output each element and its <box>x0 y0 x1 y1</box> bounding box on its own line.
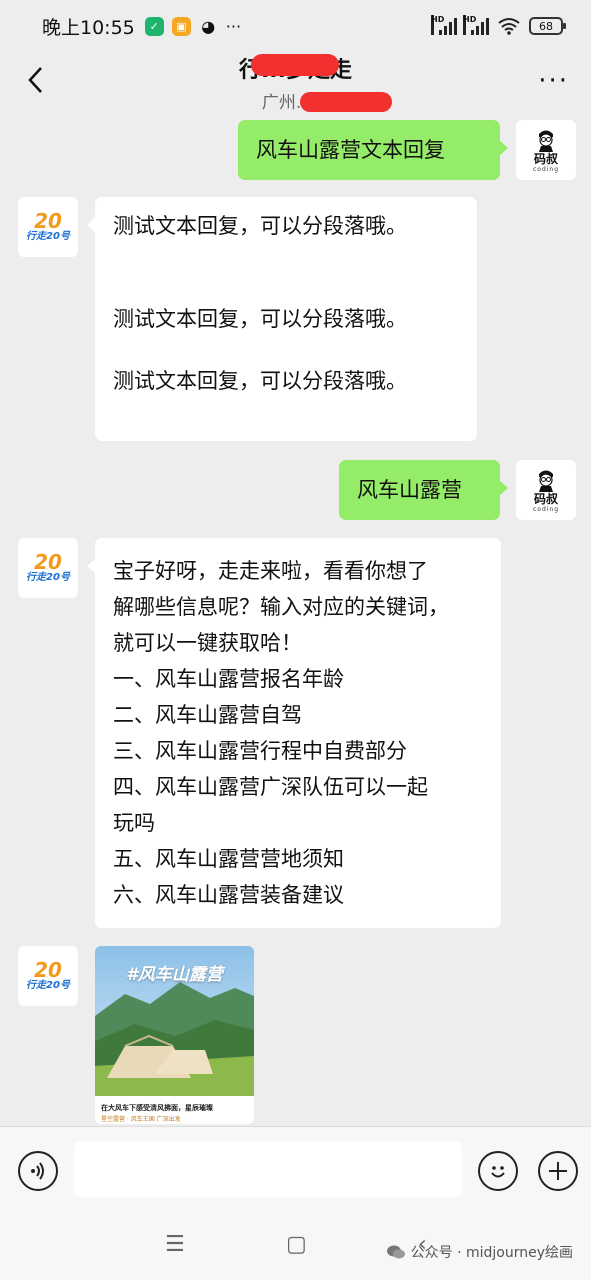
message-bubble-sent[interactable]: 风车山露营 <box>339 460 508 520</box>
message-text: 一、风车山露营报名年龄 <box>113 667 344 691</box>
message-text: 测试文本回复，可以分段落哦。 <box>113 214 407 238</box>
coder-face-icon <box>539 130 553 152</box>
message-text: 风车山露营文本回复 <box>256 138 445 162</box>
message-text: 二、风车山露营自驾 <box>113 703 302 727</box>
shield-app-icon: ✓ <box>144 16 164 36</box>
contact-avatar[interactable]: 20 行走20号 <box>18 946 78 1006</box>
home-nav-button[interactable]: ▢ <box>286 1232 307 1257</box>
message-input[interactable] <box>74 1141 462 1197</box>
watermark: 公众号 · midjourney绘画 <box>386 1242 573 1262</box>
signal-icon-2: HD <box>463 15 489 35</box>
message-text <box>113 242 459 273</box>
more-options-button[interactable]: ··· <box>538 66 569 96</box>
message-text: 六、风车山露营装备建议 <box>113 883 344 907</box>
message-bubble-sent[interactable]: 风车山露营文本回复 <box>238 120 508 180</box>
image-tag: 星空露营 · 风车王国 广深出发 <box>101 1116 181 1123</box>
battery-icon: 68 <box>529 17 566 35</box>
message-text: 五、风车山露营营地须知 <box>113 847 344 871</box>
my-avatar[interactable]: 码叔 coding <box>516 120 576 180</box>
wechat-icon <box>386 1245 405 1259</box>
coder-face-icon <box>539 470 553 492</box>
message-text: 四、风车山露营广深队伍可以一起 <box>113 775 428 799</box>
message-text: 宝子好呀，走走来啦，看看你想了 <box>113 559 428 583</box>
input-bar <box>0 1126 591 1214</box>
menu-nav-button[interactable]: ☰ <box>165 1232 185 1257</box>
emoji-button[interactable] <box>478 1151 518 1191</box>
message-text <box>113 273 459 304</box>
redaction-mark <box>250 54 339 76</box>
chat-title: 行...多走走 <box>239 52 352 84</box>
message-text: 测试文本回复，可以分段落哦。 <box>113 369 407 393</box>
voice-input-button[interactable] <box>18 1151 58 1191</box>
more-notifications-icon: ··· <box>225 16 242 36</box>
message-text: 三、风车山露营行程中自费部分 <box>113 739 407 763</box>
message-text: 解哪些信息呢？输入对应的关键词， <box>113 595 449 619</box>
message-text: 测试文本回复，可以分段落哦。 <box>113 307 407 331</box>
plus-icon <box>549 1162 567 1180</box>
signal-icon: HD <box>431 15 457 35</box>
voice-icon <box>31 1162 44 1180</box>
image-message[interactable]: #风车山露营 在大风车下感受清风拂面，星辰璀璨 星空露营 · 风车王国 广深出发 <box>95 946 254 1124</box>
chat-header: 行...多走走 广州...号 ··· <box>0 52 591 113</box>
message-text <box>113 335 459 366</box>
message-text: 玩吗 <box>113 811 155 835</box>
message-text: 就可以一键获取哈！ <box>113 631 302 655</box>
my-avatar[interactable]: 码叔 coding <box>516 460 576 520</box>
header-titles: 行...多走走 广州...号 <box>0 52 591 113</box>
chat-subtitle: 广州...号 <box>262 88 392 113</box>
status-time: 晚上10:55 <box>42 16 135 39</box>
message-bubble-received[interactable]: 测试文本回复，可以分段落哦。 测试文本回复，可以分段落哦。 测试文本回复，可以分… <box>87 197 477 441</box>
redaction-mark <box>299 92 392 112</box>
note-app-icon: ▣ <box>171 16 191 36</box>
wifi-icon <box>498 18 520 35</box>
message-bubble-received[interactable]: 宝子好呀，走走来啦，看看你想了 解哪些信息呢？输入对应的关键词， 就可以一键获取… <box>87 538 501 928</box>
contact-avatar[interactable]: 20 行走20号 <box>18 197 78 257</box>
message-text: 风车山露营 <box>357 478 462 502</box>
system-nav-bar: ☰ ▢ ‹ 公众号 · midjourney绘画 <box>0 1214 591 1280</box>
penguin-app-icon: ◕ <box>201 16 216 36</box>
contact-avatar[interactable]: 20 行走20号 <box>18 538 78 598</box>
status-app-icons: ✓ ▣ ◕ ··· <box>144 16 242 36</box>
image-title: #风车山露营 <box>126 965 223 985</box>
status-right: HD HD 68 <box>431 15 566 35</box>
status-bar: 晚上10:55 ✓ ▣ ◕ ··· HD HD 68 <box>0 0 591 52</box>
image-caption: 在大风车下感受清风拂面，星辰璀璨 <box>101 1104 213 1112</box>
smiley-icon <box>491 1166 505 1178</box>
more-functions-button[interactable] <box>538 1151 578 1191</box>
